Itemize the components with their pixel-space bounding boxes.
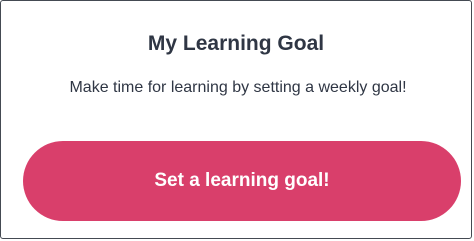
- card-title: My Learning Goal: [147, 32, 325, 55]
- card-description: Make time for learning by setting a week…: [69, 79, 407, 96]
- learning-goal-card: My Learning Goal Make time for learning …: [0, 0, 472, 239]
- set-learning-goal-button[interactable]: Set a learning goal!: [23, 141, 461, 221]
